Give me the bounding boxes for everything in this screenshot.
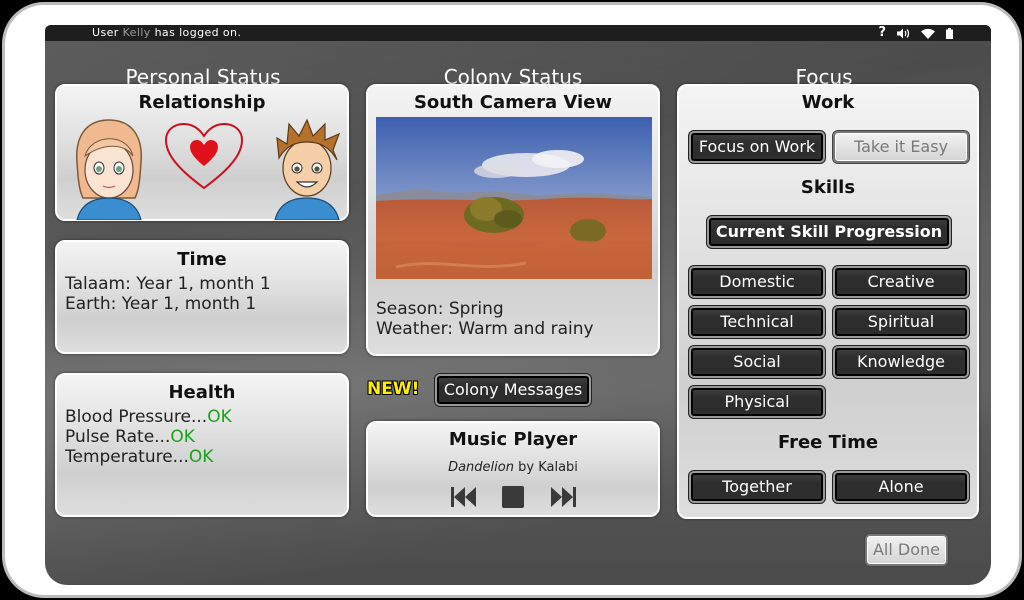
stop-icon[interactable] (502, 486, 524, 508)
focus-on-work-button[interactable]: Focus on Work (689, 131, 825, 163)
creative-skill-button[interactable]: Creative (833, 266, 969, 298)
song-by: by (518, 460, 535, 475)
health-panel: Health Blood Pressure...OK Pulse Rate...… (55, 373, 349, 517)
camera-title: South Camera View (413, 92, 613, 113)
game-screen: User Kelly has logged on. ? Personal Sta… (45, 25, 991, 585)
temperature-row: Temperature...OK (65, 447, 213, 467)
focus-panel: Work Focus on Work Take it Easy Skills C… (677, 84, 979, 519)
player-avatar (76, 119, 142, 220)
relationship-panel: Relationship (55, 84, 349, 221)
spiritual-skill-button[interactable]: Spiritual (833, 306, 969, 338)
skill-progression-button[interactable]: Current Skill Progression (707, 216, 951, 248)
skills-title: Skills (800, 177, 856, 198)
social-skill-button[interactable]: Social (689, 346, 825, 378)
camera-view (376, 117, 652, 279)
wifi-icon (921, 28, 935, 39)
health-label: Pulse Rate... (65, 427, 171, 447)
colony-messages-button[interactable]: Colony Messages (435, 374, 591, 406)
now-playing: Dandelion by Kalabi (368, 460, 658, 475)
previous-track-icon[interactable] (451, 486, 477, 508)
health-value: OK (170, 427, 195, 447)
new-message-badge: NEW! (367, 379, 420, 399)
weather-text: Weather: Warm and rainy (376, 319, 594, 339)
health-label: Temperature... (65, 447, 189, 467)
season-text: Season: Spring (376, 299, 504, 319)
battery-icon (946, 27, 953, 39)
camera-panel: South Camera View Season: Spring Weather… (366, 84, 660, 356)
all-done-button[interactable]: All Done (865, 534, 948, 566)
domestic-skill-button[interactable]: Domestic (689, 266, 825, 298)
health-value: OK (207, 407, 232, 427)
login-message: User Kelly has logged on. (92, 26, 241, 39)
login-suffix: has logged on. (154, 26, 242, 39)
earth-date: Earth: Year 1, month 1 (65, 294, 257, 314)
status-icons: ? (878, 25, 953, 41)
free-time-title: Free Time (777, 432, 879, 453)
partner-avatar (274, 118, 341, 220)
relationship-title: Relationship (138, 92, 266, 113)
time-panel: Time Talaam: Year 1, month 1 Earth: Year… (55, 240, 349, 354)
song-title: Dandelion (448, 460, 514, 475)
music-player-title: Music Player (448, 429, 578, 450)
pulse-rate-row: Pulse Rate...OK (65, 427, 195, 447)
technical-skill-button[interactable]: Technical (689, 306, 825, 338)
physical-skill-button[interactable]: Physical (689, 386, 825, 418)
logged-in-user: Kelly (122, 26, 151, 39)
login-prefix: User (92, 26, 119, 39)
device-frame: User Kelly has logged on. ? Personal Sta… (2, 2, 1022, 598)
song-artist: Kalabi (538, 460, 578, 475)
help-icon[interactable]: ? (878, 25, 886, 41)
health-title: Health (168, 382, 236, 403)
status-bar: User Kelly has logged on. ? (45, 25, 991, 41)
volume-icon[interactable] (897, 28, 910, 39)
time-title: Time (177, 249, 227, 270)
health-value: OK (188, 447, 214, 467)
together-button[interactable]: Together (689, 471, 825, 503)
heart-icon (164, 122, 244, 190)
health-label: Blood Pressure... (65, 407, 208, 427)
alone-button[interactable]: Alone (833, 471, 969, 503)
work-title: Work (801, 92, 855, 113)
music-player-panel: Music Player Dandelion by Kalabi (366, 421, 660, 517)
take-it-easy-button[interactable]: Take it Easy (833, 131, 969, 163)
blood-pressure-row: Blood Pressure...OK (65, 407, 232, 427)
talaam-date: Talaam: Year 1, month 1 (65, 274, 271, 294)
knowledge-skill-button[interactable]: Knowledge (833, 346, 969, 378)
desert-landscape-image (376, 117, 652, 279)
next-track-icon[interactable] (550, 486, 576, 508)
